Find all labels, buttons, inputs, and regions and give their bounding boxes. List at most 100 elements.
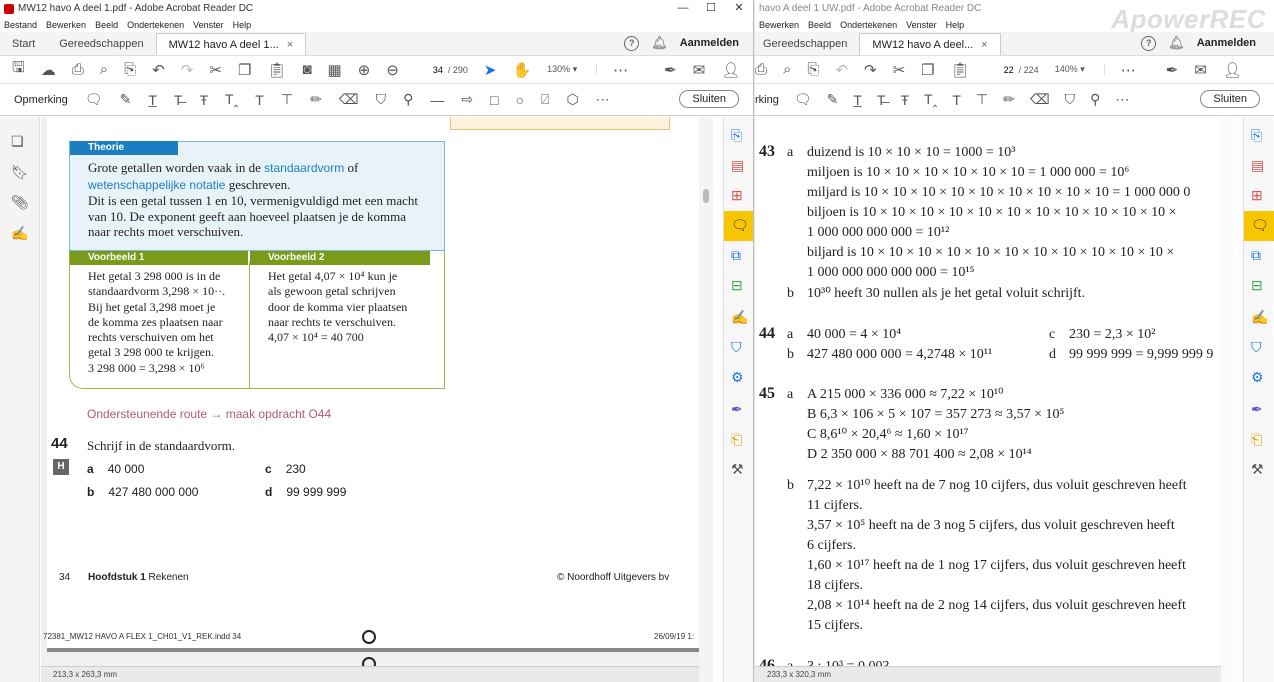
combine-icon[interactable]: ⧉	[1251, 247, 1261, 264]
menu-bestand[interactable]: Bestand	[4, 20, 37, 30]
tab-tools[interactable]: Gereedschappen	[755, 33, 859, 55]
send-sign-icon[interactable]: ✒	[731, 401, 743, 418]
print-icon[interactable]: ⎙	[755, 61, 767, 78]
close-annotate-button[interactable]: Sluiten	[1200, 90, 1260, 108]
edit-pdf-icon[interactable]: ⊞	[1251, 187, 1263, 204]
zoom-search-icon[interactable]: ⌕	[100, 61, 108, 78]
optimize-icon[interactable]: ⚙	[731, 369, 744, 386]
signature-panel-icon[interactable]: ✍	[11, 225, 28, 242]
create-pdf-icon[interactable]: ▤	[1251, 157, 1264, 174]
text-underline-icon[interactable]: T̲	[148, 92, 157, 108]
menu-venster[interactable]: Venster	[193, 20, 224, 30]
undo-icon[interactable]: ↶	[152, 61, 165, 79]
tab-document[interactable]: MW12 havo A deel 1... ×	[155, 33, 307, 55]
undo-icon[interactable]: ↶	[835, 61, 848, 79]
copy-icon[interactable]: ❐	[238, 61, 251, 79]
cut-icon[interactable]: ✂	[893, 61, 906, 79]
redo-icon[interactable]: ↷	[864, 61, 877, 79]
tab-close-icon[interactable]: ×	[981, 39, 987, 51]
menu-ondertekenen[interactable]: Ondertekenen	[127, 20, 184, 30]
support-route-link[interactable]: Ondersteunende route → maak opdracht O44	[87, 407, 331, 421]
polygon-line-icon[interactable]: ⍁	[541, 91, 549, 108]
maximize-button[interactable]: ☐	[697, 0, 725, 17]
redo-icon[interactable]: ↷	[181, 61, 194, 79]
attachment-icon[interactable]: 📎︎	[11, 194, 29, 211]
menu-bewerken[interactable]: Bewerken	[46, 20, 86, 30]
highlight-icon[interactable]: ✎	[827, 91, 839, 108]
pencil-icon[interactable]: ✏	[310, 91, 322, 108]
eraser-icon[interactable]: ⌫	[1030, 91, 1050, 108]
print-icon[interactable]: ⎙	[72, 61, 84, 78]
screenshot-icon[interactable]: ◙	[302, 61, 311, 78]
sign-pen-icon[interactable]: ✒	[664, 61, 677, 79]
strikethrough-icon[interactable]: T̶	[174, 92, 183, 108]
page-number-input[interactable]	[985, 60, 1014, 79]
oval-icon[interactable]: ○	[516, 92, 524, 108]
find-icon[interactable]: ⎘	[807, 61, 819, 78]
cut-icon[interactable]: ✂	[209, 61, 222, 79]
rectangle-icon[interactable]: □	[490, 92, 498, 108]
comment-tool-icon[interactable]: 🗨︎	[1244, 211, 1274, 241]
page-number-input[interactable]	[414, 60, 443, 79]
more-icon[interactable]: ⋯	[1121, 61, 1136, 79]
clipboard-icon[interactable]: 📋︎	[951, 61, 970, 79]
page-down-icon[interactable]: ⊖	[386, 61, 399, 79]
more-tools-icon[interactable]: ⚒	[1251, 461, 1264, 478]
cloud-upload-icon[interactable]: ☁	[41, 61, 56, 79]
create-pdf-icon[interactable]: ▤	[731, 157, 744, 174]
sign-in-link[interactable]: Aanmelden	[680, 37, 739, 49]
protect-icon[interactable]: ⛉	[731, 339, 742, 356]
fill-sign-icon[interactable]: ✍	[1251, 309, 1268, 326]
stamp-icon[interactable]: ⛉	[376, 91, 387, 108]
tab-start[interactable]: Start	[0, 33, 47, 55]
left-vertical-scrollbar[interactable]	[699, 117, 713, 682]
mail-icon[interactable]: ✉	[693, 61, 706, 79]
textbox-icon[interactable]: ⊤	[976, 91, 988, 108]
help-icon[interactable]: ?	[624, 35, 640, 51]
add-text-icon[interactable]: T	[952, 92, 961, 108]
share-user-icon[interactable]: 👤︎	[1223, 61, 1242, 79]
mail-icon[interactable]: ✉	[1194, 61, 1207, 79]
replace-text-icon[interactable]: Ŧ	[199, 92, 208, 108]
tab-document[interactable]: MW12 havo A deel... ×	[859, 33, 1001, 55]
menu-help[interactable]: Help	[233, 20, 252, 30]
sign-pen-icon[interactable]: ✒	[1166, 61, 1179, 79]
comment-icon[interactable]: 🗨︎	[794, 91, 812, 108]
menu-beeld[interactable]: Beeld	[95, 20, 118, 30]
menu-ondertekenen[interactable]: Ondertekenen	[840, 20, 897, 30]
strikethrough-icon[interactable]: T̶	[877, 92, 886, 108]
add-text-icon[interactable]: T	[255, 92, 264, 108]
close-annotate-button[interactable]: Sluiten	[679, 90, 739, 108]
minimize-button[interactable]: —	[669, 0, 697, 17]
attach-icon[interactable]: ⚲	[1090, 91, 1100, 108]
close-window-button[interactable]: ✕	[725, 0, 753, 17]
sign-in-link[interactable]: Aanmelden	[1197, 37, 1256, 49]
textbox-icon[interactable]: ⊤	[281, 91, 293, 108]
zoom-select[interactable]: 140% ▾	[1055, 64, 1105, 75]
export-pdf-icon[interactable]: ⎘	[731, 127, 742, 144]
combine-icon[interactable]: ⧉	[731, 247, 741, 264]
compare-icon[interactable]: ▦	[328, 61, 342, 79]
more-tools-icon[interactable]: ⚒	[731, 461, 744, 478]
tab-tools[interactable]: Gereedschappen	[47, 33, 155, 55]
menu-bewerken[interactable]: Bewerken	[759, 20, 799, 30]
bookmark-icon[interactable]: 🔖︎	[11, 164, 29, 181]
more-annot-icon[interactable]: ⋯	[1115, 91, 1129, 108]
line-icon[interactable]: —	[430, 92, 444, 108]
menu-help[interactable]: Help	[946, 20, 965, 30]
pages-icon[interactable]: ❏	[11, 133, 24, 150]
right-vertical-scrollbar[interactable]	[1219, 117, 1233, 682]
send-review-icon[interactable]: ⎗	[1251, 431, 1262, 448]
bell-icon[interactable]: 🔔︎	[1168, 35, 1185, 51]
stamp-icon[interactable]: ⛉	[1065, 91, 1076, 108]
scroll-thumb[interactable]	[703, 189, 709, 203]
select-cursor-icon[interactable]: ➤	[484, 61, 497, 79]
replace-text-icon[interactable]: Ŧ	[900, 92, 909, 108]
zoom-search-icon[interactable]: ⌕	[783, 61, 791, 78]
fill-sign-icon[interactable]: ✍	[731, 309, 748, 326]
arrow-icon[interactable]: ⇨	[461, 91, 473, 108]
pencil-icon[interactable]: ✏	[1003, 91, 1015, 108]
more-annot-icon[interactable]: ⋯	[596, 91, 610, 108]
zoom-select[interactable]: 130% ▾	[547, 64, 598, 75]
insert-text-icon[interactable]: T‸	[225, 91, 238, 108]
